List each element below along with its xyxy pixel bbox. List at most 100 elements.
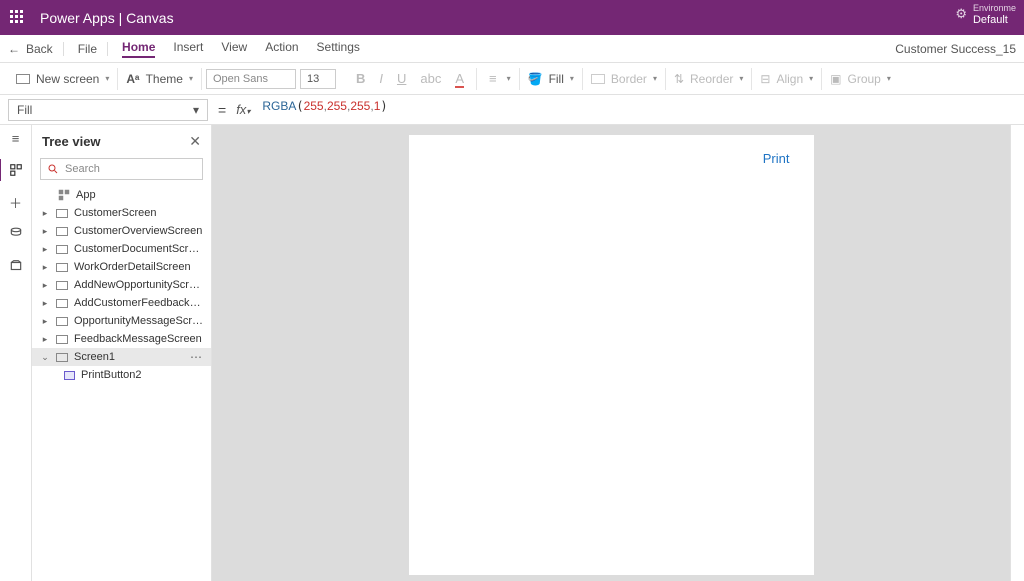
border-button[interactable]: Border ▾	[583, 68, 666, 90]
underline-button[interactable]: U	[393, 71, 410, 86]
tree-screen-label: AddCustomerFeedbackScreen	[74, 297, 203, 309]
expand-icon[interactable]: ▸	[40, 334, 50, 345]
property-name: Fill	[17, 103, 32, 117]
italic-button[interactable]: I	[375, 71, 387, 86]
screen-icon	[56, 335, 68, 344]
menu-insert[interactable]: Insert	[173, 40, 203, 58]
close-panel-button[interactable]: ✕	[189, 133, 201, 150]
fill-label: Fill	[549, 72, 564, 86]
reorder-button[interactable]: ⇅ Reorder ▾	[666, 68, 752, 90]
more-options-button[interactable]: ⋯	[190, 350, 203, 364]
tree-screen-label: OpportunityMessageScreen	[74, 315, 203, 327]
group-icon: ▣	[830, 72, 841, 86]
right-rail	[1010, 125, 1024, 581]
rail-insert[interactable]: ＋	[8, 195, 24, 209]
tree-screen-label: CustomerDocumentScreen	[74, 243, 203, 255]
new-screen-label: New screen	[36, 72, 99, 86]
border-icon	[591, 74, 605, 84]
formula-input[interactable]: RGBA(255,255,255,1)	[254, 99, 1016, 121]
tree-screen-selected[interactable]: ⌄ Screen1 ⋯	[32, 348, 211, 366]
screen-icon	[56, 209, 68, 218]
menu-home[interactable]: Home	[122, 40, 155, 58]
rail-hamburger[interactable]: ≡	[8, 131, 24, 145]
left-rail: ≡ ＋	[0, 125, 32, 581]
tree: ▸ App ▸CustomerScreen▸CustomerOverviewSc…	[32, 186, 211, 384]
tree-child-label: PrintButton2	[81, 369, 203, 381]
strike-button[interactable]: abc	[416, 71, 445, 86]
screen-icon	[56, 353, 68, 362]
align-button[interactable]: ⊟ Align ▾	[752, 68, 822, 90]
rail-data[interactable]	[8, 227, 24, 241]
chevron-down-icon: ▾	[105, 74, 109, 83]
expand-icon[interactable]: ▸	[40, 298, 50, 309]
chevron-down-icon: ▾	[193, 103, 199, 117]
tree-screen-label: CustomerOverviewScreen	[74, 225, 203, 237]
font-size-input[interactable]	[300, 69, 336, 89]
menu-tabs: Home Insert View Action Settings	[108, 40, 360, 58]
group-button[interactable]: ▣ Group ▾	[822, 68, 899, 90]
rail-tree-view[interactable]	[8, 163, 24, 177]
new-screen-button[interactable]: New screen ▾	[8, 68, 118, 90]
collapse-icon[interactable]: ⌄	[40, 352, 50, 363]
fill-button[interactable]: 🪣 Fill ▾	[520, 68, 583, 90]
search-placeholder: Search	[65, 163, 100, 175]
tree-screen-item[interactable]: ▸ AddCustomerFeedbackScreen	[32, 294, 211, 312]
font-color-button[interactable]: A	[451, 71, 468, 86]
tree-screen-item[interactable]: ▸ CustomerDocumentScreen	[32, 240, 211, 258]
equals-sign: =	[208, 102, 236, 118]
environment-picker[interactable]: ⚙ Environme Default	[955, 2, 1016, 26]
expand-icon[interactable]: ▸	[40, 208, 50, 219]
expand-icon[interactable]: ▸	[40, 262, 50, 273]
menu-file[interactable]: File	[78, 42, 108, 56]
chevron-down-icon: ▾	[653, 74, 657, 83]
font-family-input[interactable]	[206, 69, 296, 89]
app-title: Power Apps | Canvas	[40, 10, 174, 26]
paint-bucket-icon: 🪣	[528, 72, 543, 86]
rail-media[interactable]	[8, 259, 24, 273]
screen-icon	[16, 74, 30, 84]
reorder-label: Reorder	[690, 72, 733, 86]
theme-button[interactable]: Aᵃ Theme ▾	[118, 68, 202, 90]
menu-settings[interactable]: Settings	[317, 40, 360, 58]
print-button[interactable]: Print	[763, 151, 790, 166]
expand-icon[interactable]: ▸	[40, 244, 50, 255]
expand-icon[interactable]: ▸	[40, 316, 50, 327]
button-control-icon	[64, 371, 75, 380]
expand-icon[interactable]: ▸	[40, 280, 50, 291]
design-canvas[interactable]: Print	[409, 135, 814, 575]
canvas-area[interactable]: Print	[212, 125, 1010, 581]
tree-app-label: App	[76, 189, 203, 201]
env-label: Environme	[973, 2, 1016, 14]
expand-icon[interactable]: ▸	[40, 226, 50, 237]
chevron-down-icon: ▾	[570, 74, 574, 83]
tree-screen-item[interactable]: ▸WorkOrderDetailScreen	[32, 258, 211, 276]
fx-icon[interactable]: fx▾	[236, 102, 254, 117]
env-value: Default	[973, 14, 1016, 26]
tree-view-title: Tree view	[42, 134, 101, 149]
tree-screen-item[interactable]: ▸ OpportunityMessageScreen	[32, 312, 211, 330]
tree-screen-item[interactable]: ▸ CustomerOverviewScreen	[32, 222, 211, 240]
tree-search-input[interactable]: Search	[40, 158, 203, 180]
align-icon[interactable]: ≡	[485, 71, 501, 86]
tree-screen-label: AddNewOpportunityScreen	[74, 279, 203, 291]
tree-selected-screen-label: Screen1	[74, 351, 203, 363]
chevron-down-icon: ▾	[887, 74, 891, 83]
group-label: Group	[848, 72, 881, 86]
chevron-down-icon: ▾	[739, 74, 743, 83]
theme-label: Theme	[146, 72, 183, 86]
property-dropdown[interactable]: Fill ▾	[8, 99, 208, 121]
menu-view[interactable]: View	[221, 40, 247, 58]
tree-app-root[interactable]: ▸ App	[32, 186, 211, 204]
tree-child-control[interactable]: PrintButton2	[32, 366, 211, 384]
back-button[interactable]: ← Back	[8, 42, 64, 56]
waffle-icon[interactable]	[10, 10, 26, 26]
tree-screen-item[interactable]: ▸ AddNewOpportunityScreen	[32, 276, 211, 294]
menu-action[interactable]: Action	[265, 40, 298, 58]
chevron-down-icon: ▾	[809, 74, 813, 83]
search-icon	[47, 163, 59, 175]
bold-button[interactable]: B	[352, 71, 369, 86]
align-objects-icon: ⊟	[760, 72, 770, 86]
tree-screen-item[interactable]: ▸CustomerScreen	[32, 204, 211, 222]
environment-icon: ⚙	[955, 8, 967, 20]
tree-screen-item[interactable]: ▸FeedbackMessageScreen	[32, 330, 211, 348]
